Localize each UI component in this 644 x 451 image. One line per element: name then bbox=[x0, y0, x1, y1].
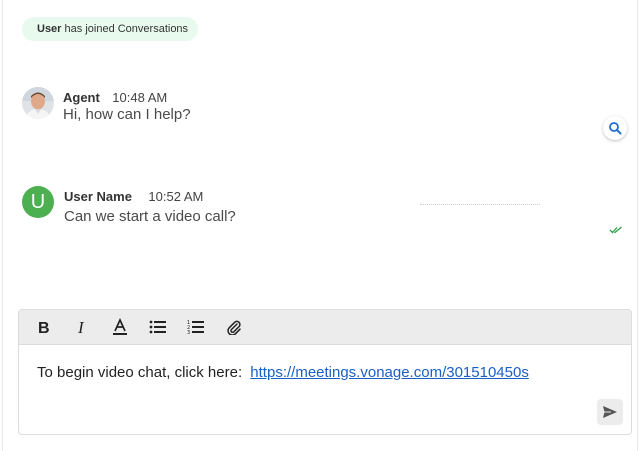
italic-icon: I bbox=[77, 319, 85, 335]
double-check-icon bbox=[609, 221, 623, 239]
bold-icon: B bbox=[38, 320, 50, 335]
formatting-toolbar: B I 1 2 3 bbox=[19, 310, 631, 345]
left-divider bbox=[2, 0, 3, 451]
attachment-button[interactable] bbox=[222, 315, 246, 339]
agent-message-text: Hi, how can I help? bbox=[63, 106, 191, 123]
agent-sender-name: Agent bbox=[63, 90, 100, 105]
svg-text:B: B bbox=[38, 320, 50, 335]
join-notice: User has joined Conversations bbox=[22, 17, 199, 41]
italic-button[interactable]: I bbox=[70, 315, 94, 339]
chat-panel: User has joined Conversations Agent 10:4… bbox=[0, 0, 644, 451]
bold-button[interactable]: B bbox=[32, 315, 56, 339]
meeting-link[interactable]: https://meetings.vonage.com/301510450s bbox=[250, 364, 529, 381]
bullet-list-icon bbox=[149, 320, 166, 334]
message-composer[interactable]: B I 1 2 3 To begin video chat, click her… bbox=[18, 309, 632, 435]
agent-message-header: Agent 10:48 AM bbox=[63, 89, 167, 107]
svg-text:I: I bbox=[77, 319, 85, 335]
user-timestamp: 10:52 AM bbox=[148, 189, 204, 204]
send-button[interactable] bbox=[597, 399, 623, 425]
typing-trace bbox=[420, 204, 540, 209]
join-notice-text: has joined Conversations bbox=[64, 23, 189, 35]
agent-avatar bbox=[22, 87, 54, 119]
right-divider bbox=[637, 0, 638, 451]
user-avatar: U bbox=[22, 186, 54, 218]
search-icon bbox=[609, 122, 622, 135]
numbered-list-button[interactable]: 1 2 3 bbox=[184, 315, 208, 339]
font-color-icon bbox=[113, 318, 127, 335]
font-color-button[interactable] bbox=[108, 315, 132, 339]
draft-text: To begin video chat, click here: bbox=[37, 364, 243, 381]
svg-text:3: 3 bbox=[187, 330, 190, 335]
agent-timestamp: 10:48 AM bbox=[112, 90, 168, 105]
join-notice-user: User bbox=[37, 23, 62, 35]
user-message-header: User Name 10:52 AM bbox=[64, 188, 203, 206]
attachment-icon bbox=[227, 320, 241, 335]
user-message-text: Can we start a video call? bbox=[64, 208, 236, 225]
numbered-list-icon: 1 2 3 bbox=[187, 320, 204, 335]
send-icon bbox=[603, 406, 617, 418]
user-sender-name: User Name bbox=[64, 189, 132, 204]
bullet-list-button[interactable] bbox=[146, 315, 170, 339]
composer-text[interactable]: To begin video chat, click here: https:/… bbox=[37, 364, 529, 381]
search-button[interactable] bbox=[603, 116, 627, 140]
